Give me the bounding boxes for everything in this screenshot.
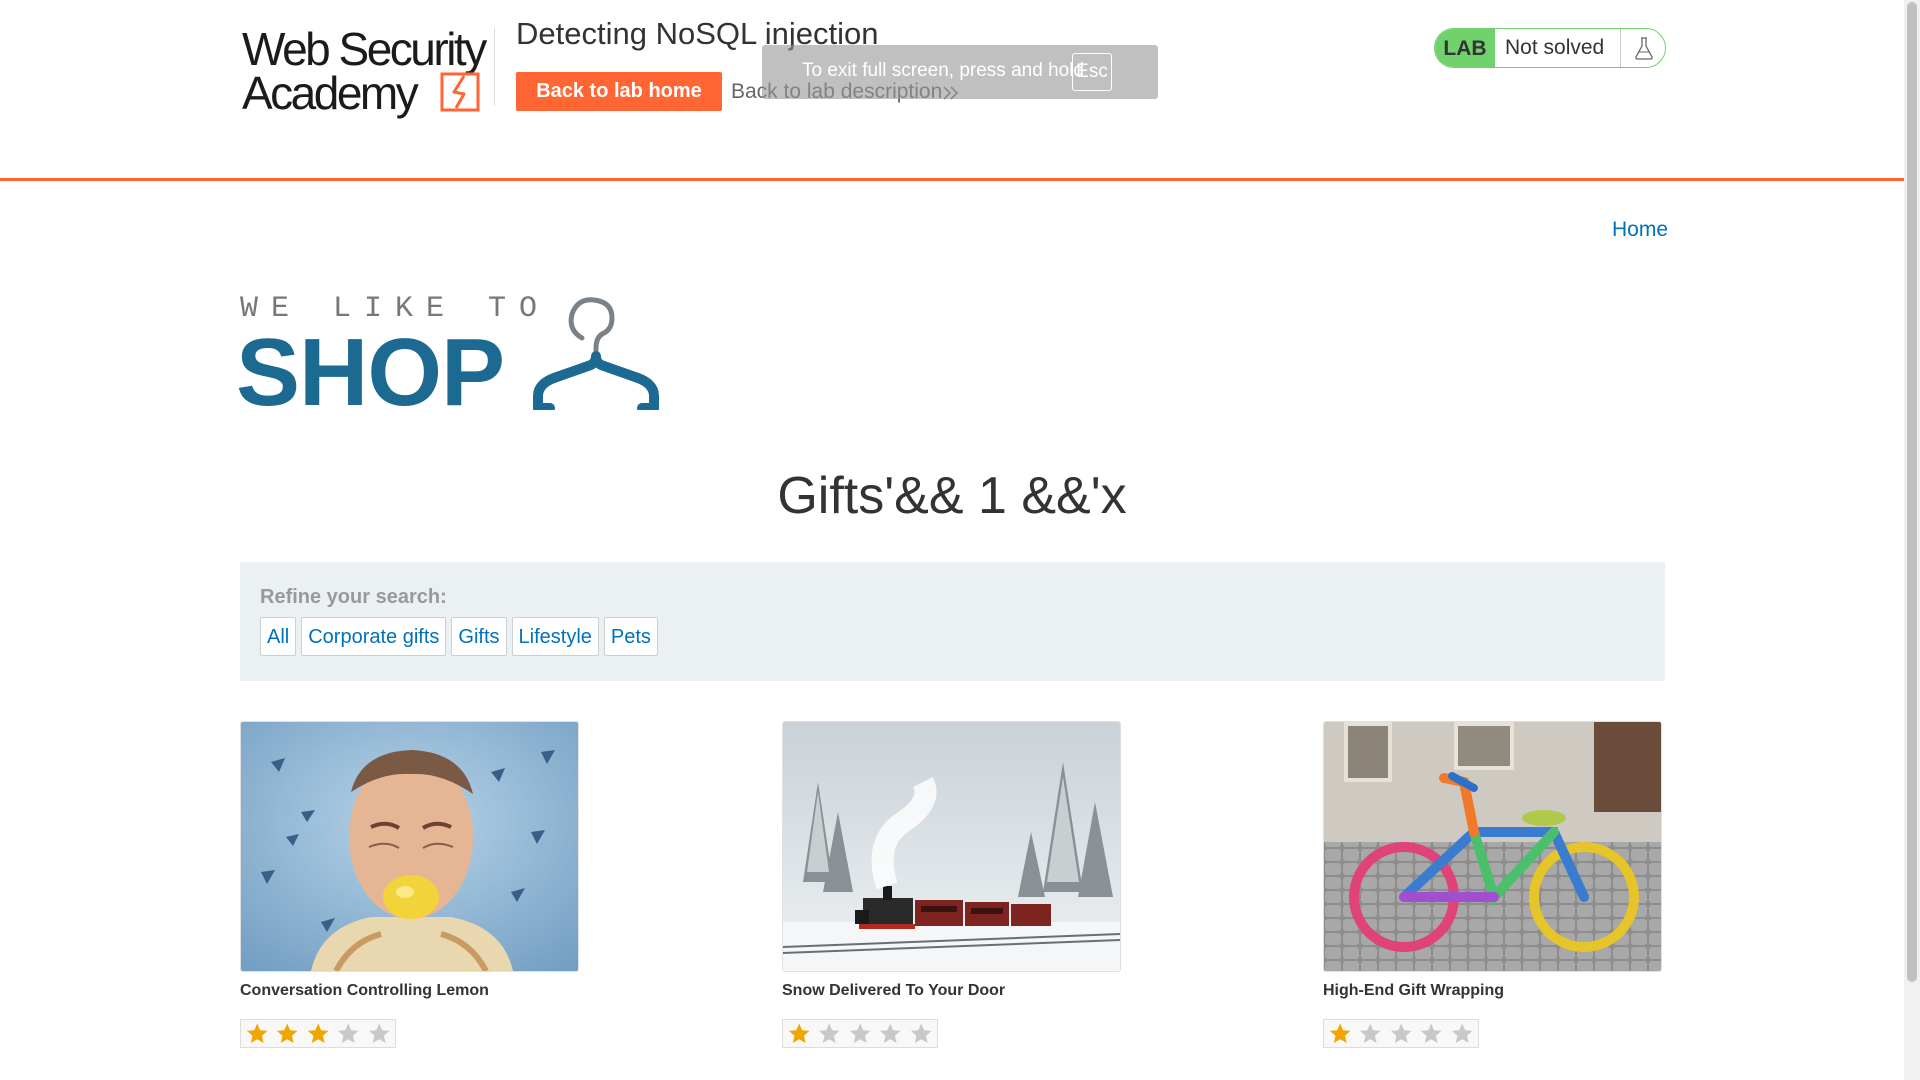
product-name: High-End Gift Wrapping (1323, 982, 1505, 999)
product-rating (1323, 1019, 1479, 1048)
logo-line2: Academy (242, 67, 419, 119)
lab-header: Web Security Academy Detecting NoSQL inj… (0, 0, 1904, 181)
lab-status-divider (1620, 29, 1621, 67)
star-empty-icon (849, 1023, 871, 1043)
we-like-to-shop-logo: WE LIKE TO SHOP (236, 292, 680, 426)
star-empty-icon (880, 1023, 901, 1043)
star-empty-icon (1421, 1023, 1442, 1043)
star-filled-icon (246, 1023, 268, 1043)
flask-icon[interactable] (1631, 35, 1657, 61)
logo-line1: Web Security (242, 23, 487, 75)
filter-panel: Refine your search: All Corporate gifts … (240, 562, 1665, 681)
star-empty-icon (338, 1023, 359, 1043)
filter-gifts[interactable]: Gifts (451, 617, 507, 656)
header-divider (494, 28, 495, 106)
product-image-yarn-wrapped-bicycle[interactable] (1323, 721, 1662, 972)
star-filled-icon (788, 1023, 810, 1043)
filter-button-group: All Corporate gifts Gifts Lifestyle Pets (260, 617, 658, 656)
product-image-steam-train-in-snow[interactable] (782, 721, 1121, 972)
star-empty-icon (819, 1023, 840, 1043)
lab-status-state: Not solved (1505, 36, 1605, 59)
web-security-academy-logo[interactable]: Web Security Academy (240, 26, 494, 118)
product-image-man-biting-lemon[interactable] (240, 721, 579, 972)
star-empty-icon (1360, 1023, 1381, 1043)
lab-status-tag: LAB (1435, 29, 1495, 67)
star-empty-icon (910, 1023, 932, 1043)
star-empty-icon (1451, 1023, 1473, 1043)
product-name: Conversation Controlling Lemon (240, 982, 489, 999)
star-filled-icon (277, 1023, 298, 1043)
filter-all[interactable]: All (260, 617, 297, 656)
back-to-lab-home-button[interactable]: Back to lab home (516, 72, 722, 111)
vertical-scrollbar[interactable] (1904, 0, 1920, 1080)
filter-label: Refine your search: (260, 586, 447, 608)
filter-pets[interactable]: Pets (603, 617, 658, 656)
filter-corporate-gifts[interactable]: Corporate gifts (301, 617, 447, 656)
page: Web Security Academy Detecting NoSQL inj… (0, 0, 1920, 1080)
shop-logo-name: SHOP (236, 319, 505, 426)
product-rating (240, 1019, 396, 1048)
filter-lifestyle[interactable]: Lifestyle (511, 617, 599, 656)
fullscreen-exit-notice: To exit full screen, press and hold Esc (762, 45, 1158, 99)
star-empty-icon (368, 1023, 390, 1043)
star-empty-icon (1390, 1023, 1412, 1043)
star-filled-icon (1329, 1023, 1351, 1043)
lightning-bolt-icon (440, 72, 480, 112)
esc-key-badge: Esc (1072, 53, 1112, 91)
home-link[interactable]: Home (1612, 218, 1668, 242)
coat-hanger-icon (533, 297, 659, 410)
star-filled-icon (307, 1023, 329, 1043)
product-rating (782, 1019, 938, 1048)
lab-status-widget: LAB Not solved (1434, 28, 1666, 68)
product-name: Snow Delivered To Your Door (782, 982, 1006, 999)
fullscreen-notice-message: To exit full screen, press and hold (802, 60, 1084, 81)
scrollbar-thumb[interactable] (1907, 2, 1917, 982)
category-title: Gifts'&& 1 &&'x (777, 467, 1127, 525)
